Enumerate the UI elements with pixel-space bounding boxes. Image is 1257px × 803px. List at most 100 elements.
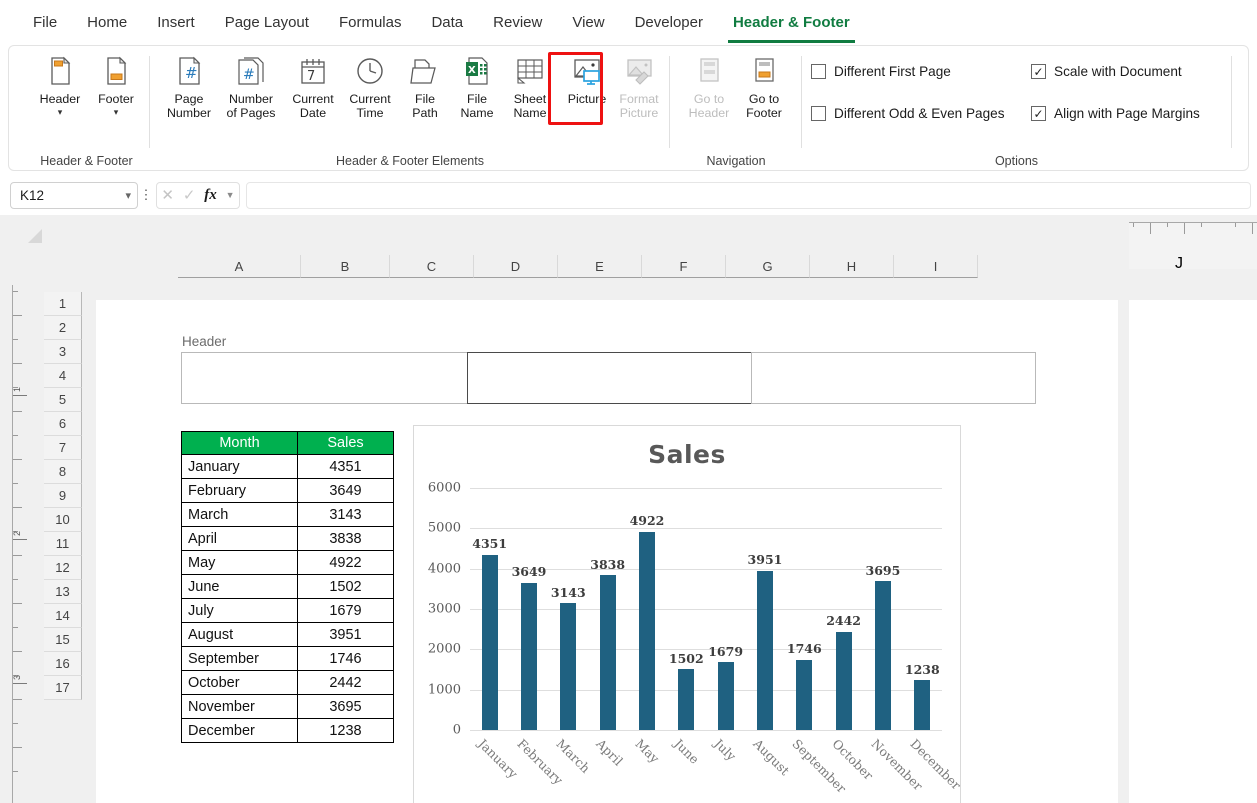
cell-month[interactable]: February xyxy=(181,478,298,503)
row-header-1[interactable]: 1 xyxy=(44,292,82,316)
column-header-c[interactable]: C xyxy=(390,255,474,278)
row-header-13[interactable]: 13 xyxy=(44,580,82,604)
row-header-10[interactable]: 10 xyxy=(44,508,82,532)
tab-developer[interactable]: Developer xyxy=(620,1,718,45)
column-header-g[interactable]: G xyxy=(726,255,810,278)
row-header-7[interactable]: 7 xyxy=(44,436,82,460)
row-header-14[interactable]: 14 xyxy=(44,604,82,628)
checkbox-different-first-page[interactable]: Different First Page xyxy=(811,64,951,79)
cell-sales[interactable]: 3649 xyxy=(297,478,394,503)
footer-button[interactable]: Footer ▾ xyxy=(86,54,146,117)
cell-month[interactable]: June xyxy=(181,574,298,599)
bar-may[interactable] xyxy=(638,531,655,730)
row-header-16[interactable]: 16 xyxy=(44,652,82,676)
cell-sales[interactable]: 3838 xyxy=(297,526,394,551)
chevron-down-icon[interactable]: ▼ xyxy=(226,190,235,200)
column-header-i[interactable]: I xyxy=(894,255,978,278)
cell-sales[interactable]: 3951 xyxy=(297,622,394,647)
checkbox-scale-with-document[interactable]: ✓ Scale with Document xyxy=(1031,64,1182,79)
bar-september[interactable] xyxy=(796,659,813,730)
row-header-11[interactable]: 11 xyxy=(44,532,82,556)
sales-bar-chart[interactable]: Sales 0 1000 2000 3000 4000 5000 6000 43… xyxy=(413,425,964,803)
column-header-d[interactable]: D xyxy=(474,255,558,278)
page-number-button[interactable]: # Page Number xyxy=(159,54,219,120)
table-row[interactable]: June 1502 xyxy=(181,574,394,599)
cell-sales[interactable]: 1502 xyxy=(297,574,394,599)
picture-button[interactable]: Picture xyxy=(557,54,617,106)
table-row[interactable]: March 3143 xyxy=(181,502,394,527)
tab-file[interactable]: File xyxy=(18,1,72,45)
bar-october[interactable] xyxy=(835,631,852,730)
bar-november[interactable] xyxy=(874,581,891,730)
bar-april[interactable] xyxy=(599,575,616,730)
cell-month[interactable]: October xyxy=(181,670,298,695)
select-all-corner[interactable] xyxy=(28,229,42,243)
header-button[interactable]: Header ▾ xyxy=(30,54,90,117)
current-date-button[interactable]: 7 Current Date xyxy=(283,54,343,120)
cell-month[interactable]: April xyxy=(181,526,298,551)
row-header-2[interactable]: 2 xyxy=(44,316,82,340)
header-section-center[interactable] xyxy=(467,352,752,404)
row-header-8[interactable]: 8 xyxy=(44,460,82,484)
checkbox-box[interactable]: ✓ xyxy=(1031,106,1046,121)
checkbox-box[interactable] xyxy=(811,106,826,121)
cell-sales[interactable]: 4922 xyxy=(297,550,394,575)
bar-june[interactable] xyxy=(678,669,695,730)
bar-february[interactable] xyxy=(520,582,537,730)
column-header-b[interactable]: B xyxy=(301,255,390,278)
bar-july[interactable] xyxy=(717,662,734,730)
tab-review[interactable]: Review xyxy=(478,1,557,45)
chevron-down-icon[interactable]: ▾ xyxy=(125,189,131,202)
table-row[interactable]: February 3649 xyxy=(181,478,394,503)
bar-august[interactable] xyxy=(756,570,773,730)
cell-sales[interactable]: 3143 xyxy=(297,502,394,527)
fx-icon[interactable]: fx xyxy=(204,187,217,204)
cell-month[interactable]: March xyxy=(181,502,298,527)
chevron-down-icon[interactable]: ▾ xyxy=(58,107,63,117)
column-header-j[interactable]: J xyxy=(1175,255,1257,278)
checkbox-box[interactable]: ✓ xyxy=(1031,64,1046,79)
table-row[interactable]: November 3695 xyxy=(181,694,394,719)
table-row[interactable]: January 4351 xyxy=(181,454,394,479)
sheet-name-button[interactable]: Sheet Name xyxy=(500,54,560,120)
cell-month[interactable]: November xyxy=(181,694,298,719)
header-section-left[interactable] xyxy=(181,352,468,404)
cell-sales[interactable]: 2442 xyxy=(297,670,394,695)
cell-month[interactable]: May xyxy=(181,550,298,575)
table-row[interactable]: September 1746 xyxy=(181,646,394,671)
formula-bar-options-icon[interactable]: ⋮ xyxy=(138,187,154,203)
tab-header-and-footer[interactable]: Header & Footer xyxy=(718,1,865,45)
cell-sales[interactable]: 3695 xyxy=(297,694,394,719)
bar-december[interactable] xyxy=(914,680,931,730)
tab-home[interactable]: Home xyxy=(72,1,142,45)
row-header-15[interactable]: 15 xyxy=(44,628,82,652)
table-row[interactable]: December 1238 xyxy=(181,718,394,743)
bar-march[interactable] xyxy=(560,603,577,730)
current-time-button[interactable]: Current Time xyxy=(340,54,400,120)
file-name-button[interactable]: X File Name xyxy=(447,54,507,120)
row-header-6[interactable]: 6 xyxy=(44,412,82,436)
cell-month[interactable]: July xyxy=(181,598,298,623)
cell-month[interactable]: September xyxy=(181,646,298,671)
bar-january[interactable] xyxy=(481,554,498,730)
tab-formulas[interactable]: Formulas xyxy=(324,1,417,45)
cell-sales[interactable]: 1679 xyxy=(297,598,394,623)
cell-month[interactable]: August xyxy=(181,622,298,647)
header-section-right[interactable] xyxy=(751,352,1036,404)
number-of-pages-button[interactable]: # Number of Pages xyxy=(221,54,281,120)
row-header-3[interactable]: 3 xyxy=(44,340,82,364)
checkbox-different-odd-even-pages[interactable]: Different Odd & Even Pages xyxy=(811,106,1005,121)
row-header-4[interactable]: 4 xyxy=(44,364,82,388)
table-row[interactable]: May 4922 xyxy=(181,550,394,575)
row-header-5[interactable]: 5 xyxy=(44,388,82,412)
table-row[interactable]: July 1679 xyxy=(181,598,394,623)
tab-data[interactable]: Data xyxy=(416,1,478,45)
enter-icon[interactable]: ✓ xyxy=(183,186,196,204)
name-box[interactable]: K12 ▾ xyxy=(10,181,138,209)
formula-input[interactable] xyxy=(246,181,1251,209)
go-to-footer-button[interactable]: Go to Footer xyxy=(734,54,794,120)
column-header-h[interactable]: H xyxy=(810,255,894,278)
cell-month[interactable]: December xyxy=(181,718,298,743)
row-header-12[interactable]: 12 xyxy=(44,556,82,580)
checkbox-box[interactable] xyxy=(811,64,826,79)
